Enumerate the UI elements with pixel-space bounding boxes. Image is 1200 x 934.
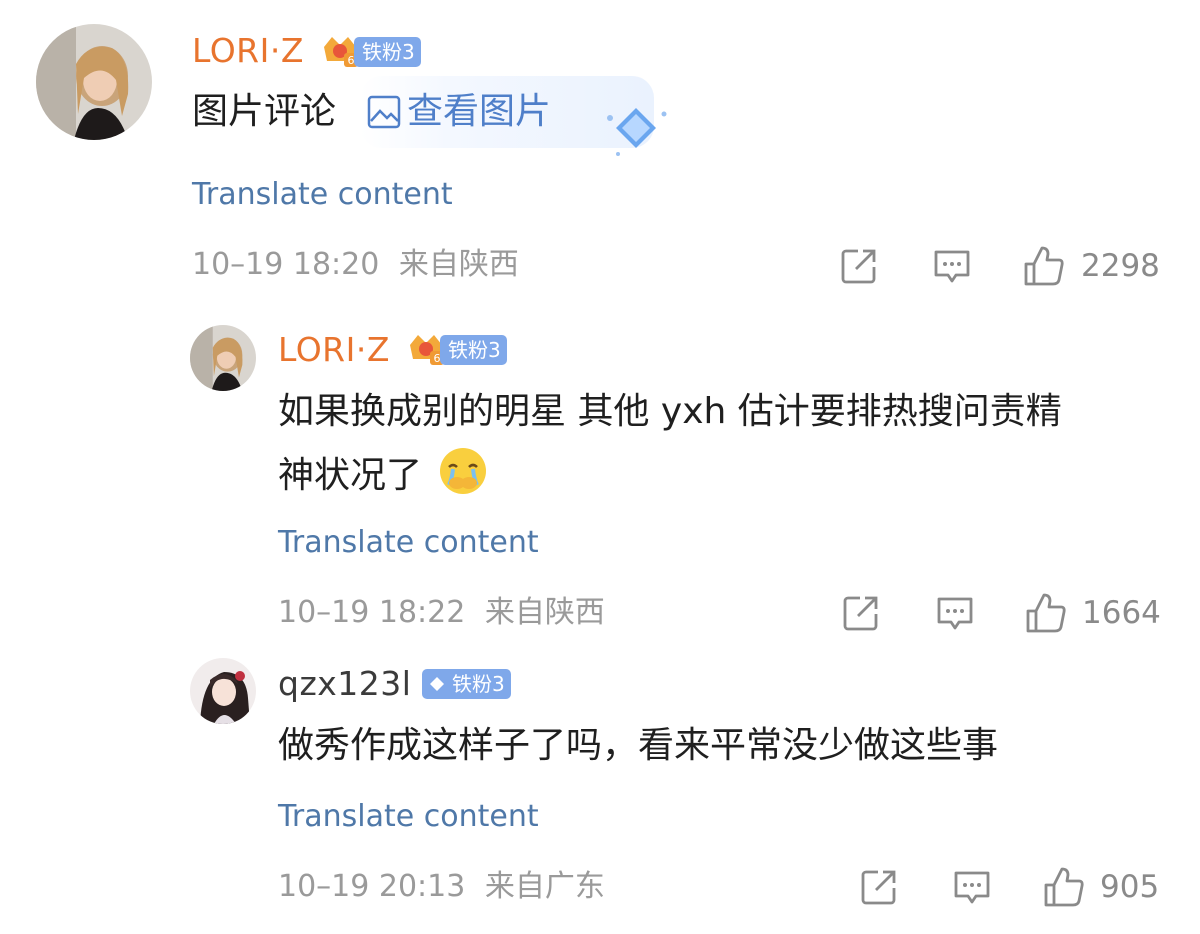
username[interactable]: qzx123l [278,667,411,700]
location: 来自陕西 [484,595,605,630]
comment-icon[interactable] [932,247,972,287]
like-count: 2298 [1081,248,1160,284]
like-count: 1664 [1082,595,1161,631]
timestamp: 10–19 18:22 [278,595,466,630]
share-icon[interactable] [842,594,880,632]
avatar[interactable] [190,325,256,391]
location: 来自陕西 [398,247,519,282]
comment-icon[interactable] [935,594,975,634]
username[interactable]: LORI·Z [278,333,390,366]
translate-link[interactable]: Translate content [192,180,453,210]
like-count: 905 [1100,869,1160,905]
timestamp: 10–19 18:20 [192,247,380,282]
timestamp: 10–19 20:13 [278,869,466,904]
like-icon[interactable] [1022,244,1066,288]
cry-emoji-icon [440,448,487,494]
view-image-link[interactable]: 查看图片 [407,94,551,130]
translate-link[interactable]: Translate content [278,802,539,832]
fan-badge-label: 铁粉3 [452,672,505,696]
comment-meta: 10–19 20:13 来自广东 [278,872,605,902]
comment-meta: 10–19 18:22 来自陕西 [278,598,605,628]
username[interactable]: LORI·Z [192,34,304,67]
image-icon[interactable] [367,95,401,129]
diamond-decoration-icon [607,108,667,156]
fan-badge: 铁粉3 [440,335,507,365]
comment-meta: 10–19 18:20 来自陕西 [192,250,519,280]
fan-badge: 铁粉3 [422,669,511,699]
comment-text: 做秀作成这样子了吗，看来平常没少做这些事 [278,725,999,766]
location: 来自广东 [484,869,605,904]
like-icon[interactable] [1024,591,1068,635]
avatar[interactable] [36,24,152,140]
share-icon[interactable] [840,247,878,285]
comment-text: 如果换成别的明星 其他 yxh 估计要排热搜问责精 神状况了 [278,380,1178,508]
translate-link[interactable]: Translate content [278,528,539,558]
comment-text-line: 神状况了 [278,455,423,496]
avatar[interactable] [190,658,256,724]
like-icon[interactable] [1042,865,1086,909]
share-icon[interactable] [860,868,898,906]
comment-text-line: 如果换成别的明星 其他 yxh 估计要排热搜问责精 [278,391,1062,432]
fan-badge: 铁粉3 [354,37,421,67]
diamond-icon [430,677,444,691]
comment-icon[interactable] [952,868,992,908]
comment-text: 图片评论 [192,91,337,132]
